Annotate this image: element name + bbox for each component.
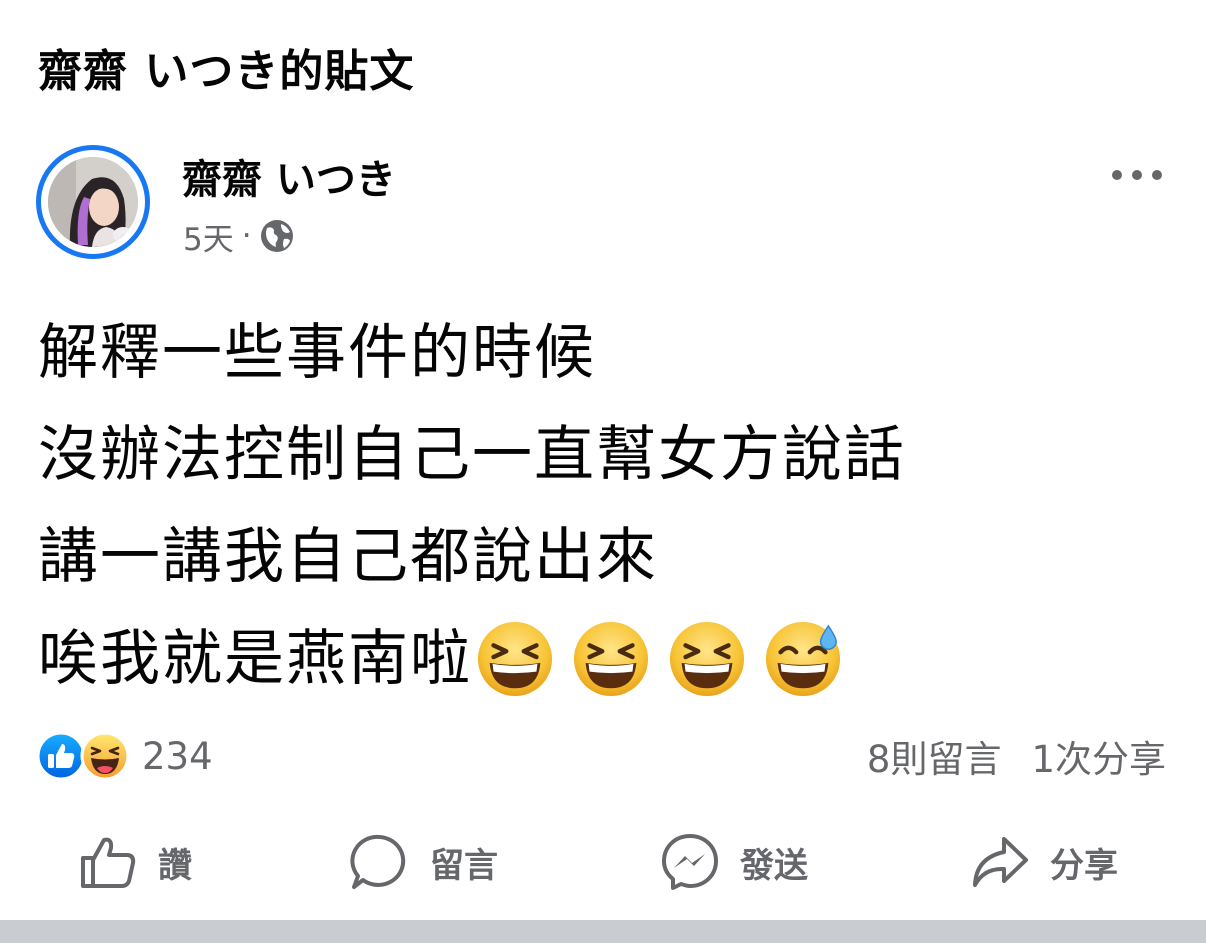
grinning-squinting-face-icon: [668, 620, 746, 698]
grinning-squinting-face-icon: [476, 620, 554, 698]
send-button[interactable]: 發送: [660, 828, 808, 896]
post-line-4: 唉我就是燕南啦: [38, 608, 1188, 710]
haha-icon: [80, 731, 130, 781]
like-button[interactable]: 讚: [78, 828, 192, 896]
post-time[interactable]: 5天: [183, 214, 234, 259]
messenger-icon: [662, 834, 718, 890]
post-text: 解釋一些事件的時候 沒辦法控制自己一直幫女方說話 講一講我自己都說出來 唉我就是…: [38, 302, 1188, 710]
reactions-summary[interactable]: 234: [36, 730, 213, 782]
thumbs-up-icon: [81, 837, 136, 888]
avatar-image: [48, 157, 138, 247]
send-label: 發送: [740, 845, 808, 886]
grinning-squinting-face-icon: [572, 620, 650, 698]
more-options-icon[interactable]: [1112, 164, 1162, 186]
share-icon: [973, 837, 1028, 887]
page-title: 齋齋 いつき的貼文: [38, 46, 415, 97]
post-line-3: 講一講我自己都說出來: [38, 522, 658, 592]
comment-icon: [350, 834, 406, 889]
globe-icon: [260, 220, 293, 252]
share-label: 分享: [1050, 845, 1118, 886]
meta-separator: ·: [241, 218, 252, 254]
share-button[interactable]: 分享: [970, 828, 1118, 896]
post-line-1: 解釋一些事件的時候: [38, 318, 596, 388]
post-stats: 8則留言 1次分享: [867, 730, 1166, 782]
post-line-4-text: 唉我就是燕南啦: [38, 624, 472, 694]
post-line-2: 沒辦法控制自己一直幫女方說話: [38, 420, 906, 490]
like-icon: [36, 731, 86, 781]
section-divider: [0, 920, 1206, 943]
action-bar: 讚 留言 發送 分享: [0, 828, 1206, 896]
comment-label: 留言: [430, 845, 498, 886]
author-name[interactable]: 齋齋 いつき: [182, 152, 396, 208]
like-label: 讚: [158, 845, 192, 886]
author-avatar[interactable]: [36, 145, 150, 259]
comment-button[interactable]: 留言: [350, 828, 498, 896]
share-count[interactable]: 1次分享: [1031, 729, 1166, 783]
reaction-count: 234: [142, 734, 213, 778]
grinning-face-with-sweat-icon: [764, 620, 842, 698]
comment-count[interactable]: 8則留言: [867, 729, 1002, 783]
post-meta: 5天 ·: [183, 214, 294, 258]
